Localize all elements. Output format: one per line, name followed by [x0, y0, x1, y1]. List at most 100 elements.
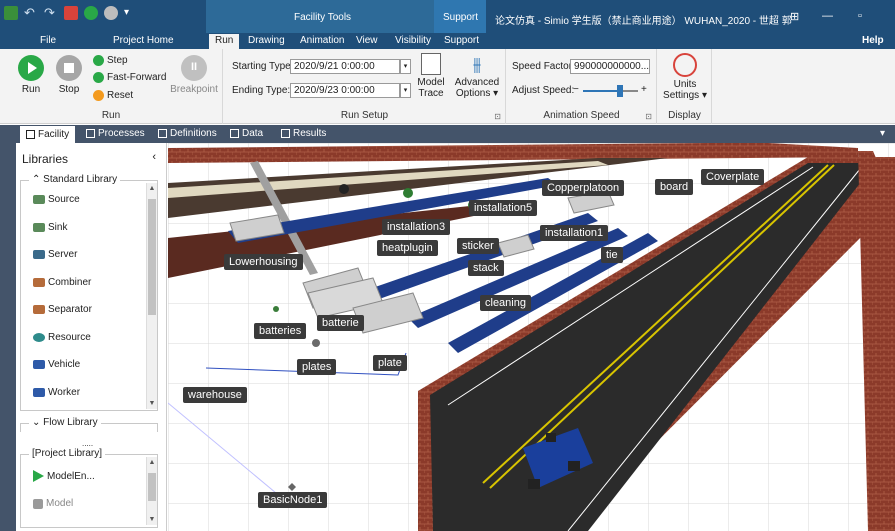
- label-heatplugin[interactable]: heatplugin: [377, 240, 438, 256]
- label-installation3[interactable]: installation3: [382, 219, 451, 235]
- faster-icon[interactable]: +: [641, 84, 647, 95]
- tab-visibility[interactable]: Visibility: [395, 35, 431, 46]
- animation-speed-expander-icon[interactable]: ⊡: [645, 112, 652, 121]
- reset-button[interactable]: Reset: [93, 90, 133, 101]
- restore-button[interactable]: ▫: [858, 10, 862, 22]
- label-batteries[interactable]: batteries: [254, 323, 307, 339]
- tab-animation[interactable]: Animation: [300, 35, 344, 46]
- adjust-speed-label: Adjust Speed:: [512, 85, 575, 96]
- scroll-up-icon[interactable]: ▲: [147, 459, 157, 466]
- facility-tools-label: Facility Tools: [294, 12, 352, 23]
- data-icon: [230, 129, 239, 138]
- scroll-up-icon[interactable]: ▲: [147, 185, 157, 192]
- label-stack[interactable]: stack: [468, 260, 504, 276]
- collapse-panel-icon[interactable]: ‹: [152, 151, 156, 163]
- model-trace-button[interactable]: Model Trace: [416, 53, 446, 99]
- tab-file[interactable]: File: [40, 35, 56, 46]
- tab-processes[interactable]: Processes: [86, 128, 145, 139]
- label-installation1[interactable]: installation1: [540, 225, 609, 241]
- starting-type-dropdown-icon[interactable]: ▾: [400, 59, 411, 74]
- save-icon[interactable]: [64, 6, 78, 20]
- entity-dark: [339, 184, 349, 194]
- label-batterie[interactable]: batterie: [317, 315, 364, 331]
- tab-drawing[interactable]: Drawing: [248, 35, 285, 46]
- flow-library-title[interactable]: ⌄ Flow Library: [29, 417, 101, 428]
- label-lowerhousing[interactable]: Lowerhousing: [224, 254, 303, 270]
- units-settings-button[interactable]: Units Settings ▾: [660, 53, 710, 101]
- quick-stop-icon[interactable]: [104, 6, 118, 20]
- model-trace-label-1: Model: [417, 77, 445, 88]
- scroll-thumb[interactable]: [148, 199, 156, 315]
- lib-item-resource[interactable]: Resource: [33, 332, 91, 343]
- breakpoint-button[interactable]: Breakpoint: [170, 55, 218, 95]
- slower-icon[interactable]: −: [573, 84, 579, 95]
- run-button[interactable]: Run: [14, 55, 48, 95]
- lib-item-separator[interactable]: Separator: [33, 304, 92, 315]
- lib-item-model[interactable]: Model: [33, 498, 73, 509]
- tab-project-home[interactable]: Project Home: [113, 35, 174, 46]
- lib-item-label: Server: [48, 249, 78, 260]
- redo-icon[interactable]: ↷: [44, 6, 58, 20]
- label-warehouse[interactable]: warehouse: [183, 387, 247, 403]
- lib-item-label: Worker: [48, 387, 81, 398]
- label-board[interactable]: board: [655, 179, 694, 195]
- tab-run[interactable]: Run: [209, 34, 240, 49]
- standard-library-title[interactable]: ⌃ Standard Library: [29, 174, 121, 185]
- speed-factor-label: Speed Factor:: [512, 61, 575, 72]
- undo-icon[interactable]: ↶: [24, 6, 38, 20]
- label-coverplate[interactable]: Coverplate: [701, 169, 765, 185]
- splitter-dots[interactable]: .....: [82, 439, 93, 448]
- lib-item-server[interactable]: Server: [33, 249, 77, 260]
- scroll-thumb[interactable]: [148, 473, 156, 501]
- lib-item-label: ModelEn...: [47, 470, 95, 482]
- lib-item-source[interactable]: Source: [33, 194, 80, 205]
- lib-item-combiner[interactable]: Combiner: [33, 277, 91, 288]
- tab-definitions[interactable]: Definitions: [158, 128, 217, 139]
- lib-item-vehicle[interactable]: Vehicle: [33, 359, 80, 370]
- label-copperplatoon[interactable]: Copperplatoon: [542, 180, 625, 196]
- label-tie[interactable]: tie: [601, 247, 623, 263]
- scroll-down-icon[interactable]: ▼: [147, 400, 157, 407]
- advanced-options-button[interactable]: ⫵ Advanced Options ▾: [452, 53, 502, 99]
- tab-results[interactable]: Results: [281, 128, 326, 139]
- fast-forward-button[interactable]: Fast-Forward: [93, 72, 166, 83]
- starting-type-field[interactable]: 2020/9/21 0:00:00: [290, 59, 400, 74]
- project-library-group: [Project Library] ModelEn... Model ▲ ▼: [20, 448, 158, 528]
- adjust-speed-thumb[interactable]: [617, 85, 623, 97]
- standard-library-scrollbar[interactable]: ▲ ▼: [146, 183, 157, 409]
- project-library-scrollbar[interactable]: ▲ ▼: [146, 457, 157, 525]
- window-options-icon[interactable]: ⊞: [790, 10, 799, 23]
- step-label: Step: [107, 55, 128, 66]
- run-setup-group: Starting Type: 2020/9/21 0:00:00 ▾ Endin…: [224, 49, 506, 124]
- lib-item-worker[interactable]: Worker: [33, 387, 80, 398]
- lib-item-label: Source: [48, 194, 80, 205]
- lib-item-modelentity[interactable]: ModelEn...: [33, 470, 95, 482]
- label-plate[interactable]: plate: [373, 355, 407, 371]
- tab-view[interactable]: View: [356, 35, 378, 46]
- label-sticker[interactable]: sticker: [457, 238, 499, 254]
- speed-factor-field[interactable]: 990000000000...: [570, 59, 650, 74]
- ending-type-field[interactable]: 2020/9/23 0:00:00: [290, 83, 400, 98]
- facility-tools-context: Facility Tools: [206, 0, 434, 33]
- facility-viewport[interactable]: Copperplatoon board Coverplate installat…: [168, 143, 895, 531]
- ending-type-dropdown-icon[interactable]: ▾: [400, 83, 411, 98]
- label-plates[interactable]: plates: [297, 359, 337, 375]
- label-cleaning[interactable]: cleaning: [480, 295, 531, 311]
- tab-support[interactable]: Support: [444, 35, 479, 46]
- step-button[interactable]: Step: [93, 55, 128, 66]
- quick-run-icon[interactable]: [84, 6, 98, 20]
- scroll-down-icon[interactable]: ▼: [147, 516, 157, 523]
- tab-help[interactable]: Help: [862, 35, 884, 46]
- qat-customize-icon[interactable]: ▾: [124, 6, 138, 20]
- tab-facility[interactable]: Facility: [20, 126, 76, 143]
- lib-item-sink[interactable]: Sink: [33, 222, 67, 233]
- left-edge-strip: [0, 143, 16, 531]
- tabs-menu-icon[interactable]: ▾: [880, 128, 885, 139]
- tab-data[interactable]: Data: [230, 128, 263, 139]
- stop-button[interactable]: Stop: [52, 55, 86, 95]
- label-installation5[interactable]: installation5: [469, 200, 538, 216]
- label-basicnode1[interactable]: BasicNode1: [258, 492, 328, 508]
- minimize-button[interactable]: —: [822, 10, 833, 22]
- run-setup-expander-icon[interactable]: ⊡: [494, 112, 501, 121]
- fast-forward-label: Fast-Forward: [107, 72, 167, 83]
